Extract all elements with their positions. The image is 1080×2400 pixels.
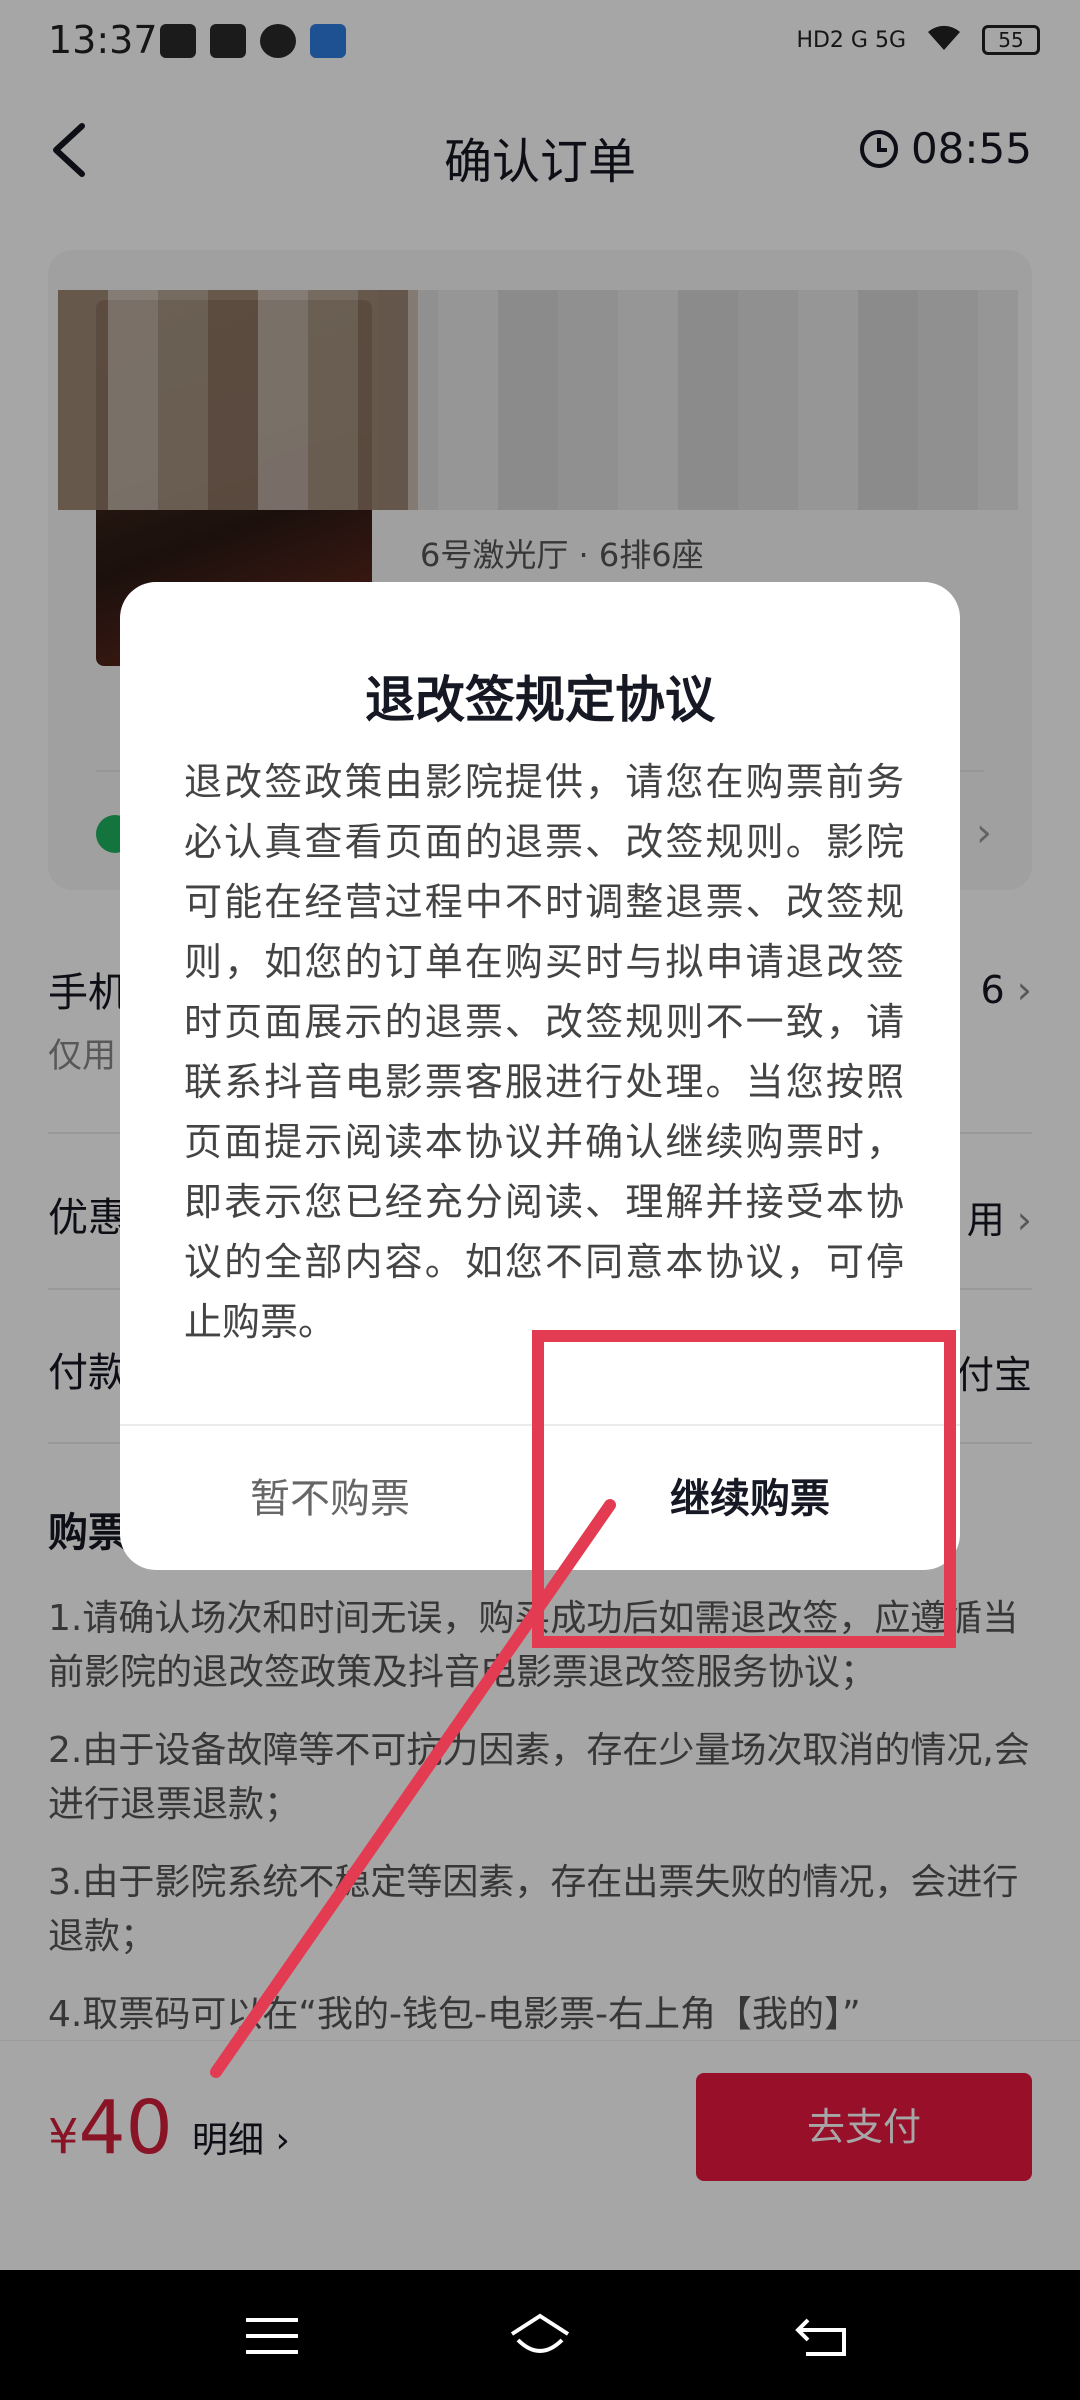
- annotation-highlight-box: [532, 1330, 956, 1648]
- return-icon[interactable]: [790, 2310, 854, 2362]
- cancel-purchase-button[interactable]: 暂不购票: [120, 1428, 540, 1570]
- home-icon[interactable]: [508, 2310, 572, 2362]
- dialog-body: 退改签政策由影院提供，请您在购票前务必认真查看页面的退票、改签规则。影院可能在经…: [184, 760, 904, 1344]
- dialog-title: 退改签规定协议: [365, 671, 715, 729]
- menu-icon[interactable]: [240, 2310, 304, 2362]
- system-nav-bar: [0, 2270, 1080, 2400]
